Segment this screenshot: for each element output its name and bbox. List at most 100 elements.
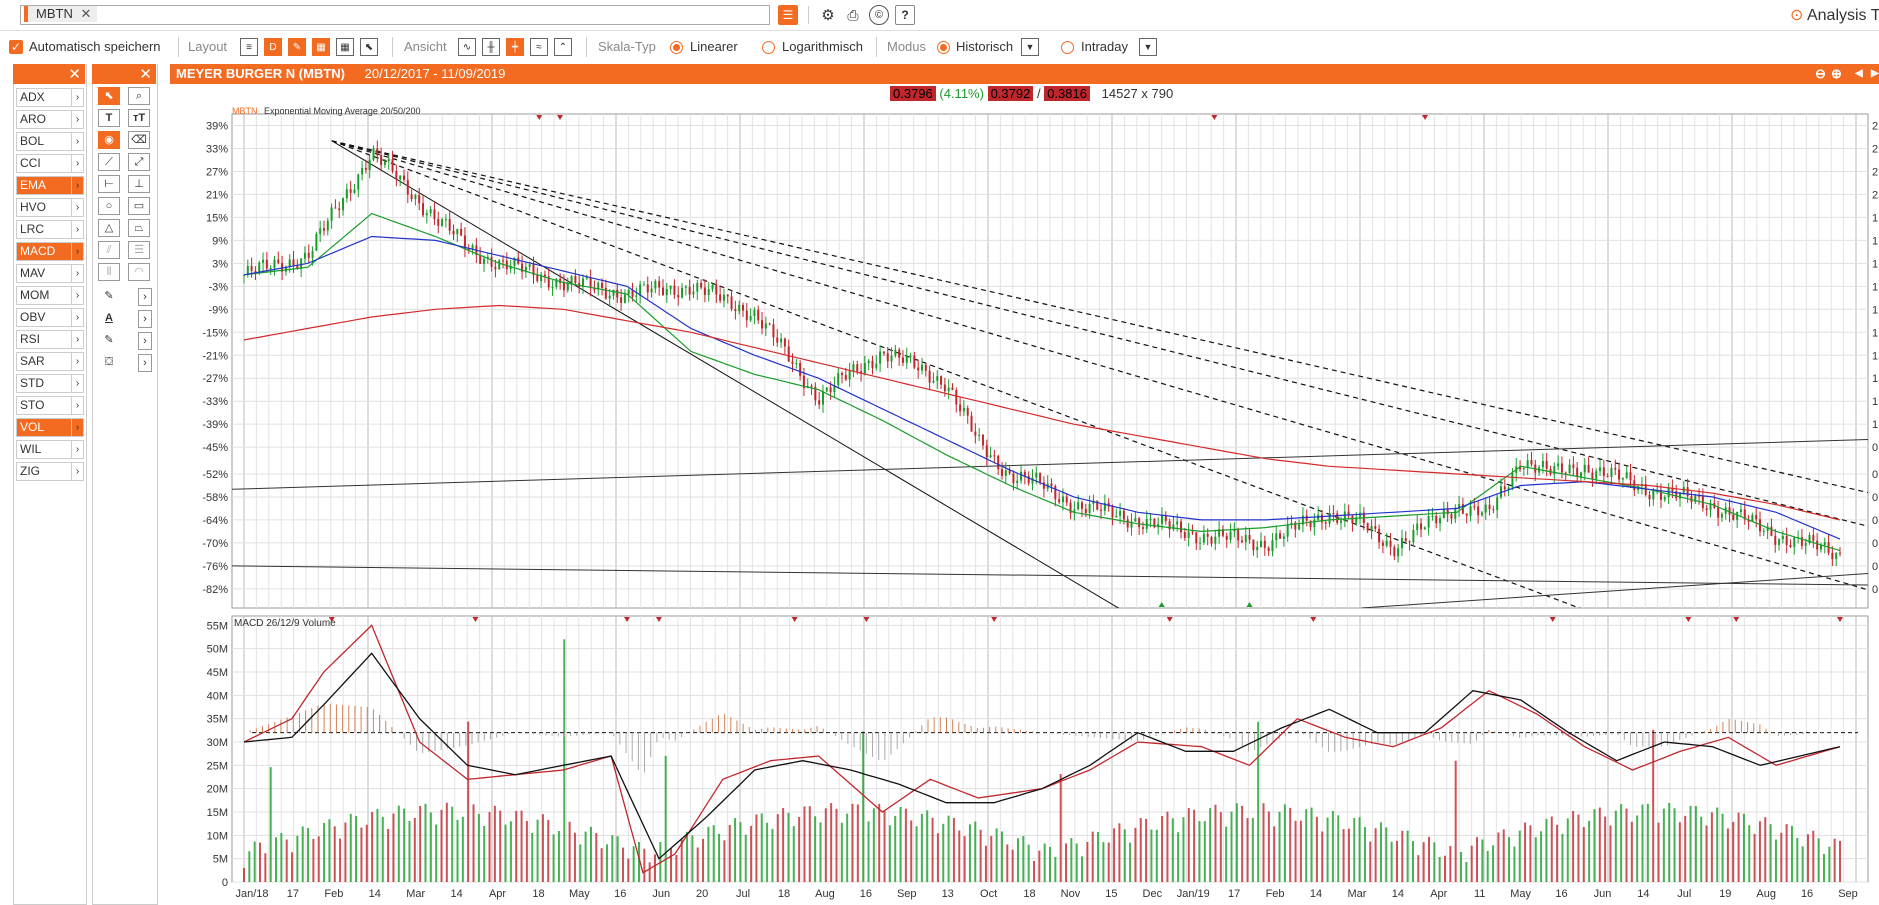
chevron-right-icon[interactable]: › (71, 375, 83, 392)
intraday-dropdown[interactable]: ▼ (1139, 38, 1157, 56)
chevron-right-icon[interactable]: › (71, 199, 83, 216)
chevron-right-icon[interactable]: › (71, 111, 83, 128)
chevron-right-icon[interactable]: › (138, 354, 152, 372)
area-chart-icon[interactable]: ≈ (530, 38, 548, 56)
arc-tool-icon[interactable]: ◠ (128, 263, 150, 281)
chevron-right-icon[interactable]: › (71, 133, 83, 150)
print-icon[interactable]: ⎙ (843, 5, 863, 25)
indicator-item-lrc[interactable]: LRC › (16, 220, 84, 239)
zoom-in-icon[interactable]: ⊕ (1831, 64, 1842, 84)
indicator-item-wil[interactable]: WIL › (16, 440, 84, 459)
layout-pen-icon[interactable]: ✎ (288, 38, 306, 56)
indicator-item-aro[interactable]: ARO › (16, 110, 84, 129)
price-chart[interactable]: 39% 2 33% 2 27% 2 21% 2 15% 1 9% 1 3% 1 -3% 1 -9% 1 -15% 1 -… (170, 104, 1879, 904)
eye-tool-icon[interactable]: ◉ (98, 131, 120, 149)
layout-grid-icon[interactable]: ▦ (336, 38, 354, 56)
indicator-item-sto[interactable]: STO › (16, 396, 84, 415)
chevron-right-icon[interactable]: › (138, 310, 152, 328)
indicator-item-mom[interactable]: MOM › (16, 286, 84, 305)
chevron-right-icon[interactable]: › (71, 89, 83, 106)
line-width-icon[interactable]: ✎ (98, 332, 120, 350)
mountain-chart-icon[interactable]: ⌃ (554, 38, 572, 56)
indicator-item-mav[interactable]: MAV › (16, 264, 84, 283)
vertical-line-tool-icon[interactable]: ⊥ (128, 175, 150, 193)
settings-sliders-button[interactable]: ☰ (778, 5, 798, 25)
logarithmic-radio[interactable] (762, 41, 775, 54)
chevron-right-icon[interactable]: › (71, 287, 83, 304)
close-icon[interactable]: ✕ (80, 6, 91, 21)
fill-color-icon[interactable]: ⛋ (98, 354, 120, 372)
polygon-tool-icon[interactable]: ⏢ (128, 219, 150, 237)
chevron-right-icon[interactable]: › (71, 155, 83, 172)
layout-list-icon[interactable]: ≡ (240, 38, 258, 56)
x-tick-label: Jul (1677, 888, 1691, 900)
candlestick-chart-icon[interactable]: ┿ (506, 38, 524, 56)
autosave-checkbox[interactable]: ✓ (9, 40, 23, 54)
horizontal-line-tool-icon[interactable]: ⊢ (98, 175, 120, 193)
fan-tool-icon[interactable]: ⫽ (98, 241, 120, 259)
indicator-item-std[interactable]: STD › (16, 374, 84, 393)
chevron-right-icon[interactable]: › (71, 397, 83, 414)
chevron-right-icon[interactable]: › (71, 463, 83, 480)
eraser-tool-icon[interactable]: ⌫ (128, 131, 150, 149)
close-icon[interactable]: ✕ (139, 65, 152, 83)
rectangle-tool-icon[interactable]: ▭ (128, 197, 150, 215)
gear-icon[interactable]: ⚙ (818, 5, 838, 25)
indicator-item-cci[interactable]: CCI › (16, 154, 84, 173)
chevron-right-icon[interactable]: › (71, 331, 83, 348)
layout-d-icon[interactable]: D (264, 38, 282, 56)
cycle-lines-tool-icon[interactable]: ⦀ (98, 263, 120, 281)
fibonacci-tool-icon[interactable]: ☰ (128, 241, 150, 259)
chevron-right-icon[interactable]: › (71, 221, 83, 238)
copyright-icon[interactable]: © (869, 5, 889, 25)
chevron-right-icon[interactable]: › (71, 419, 83, 436)
indicator-item-rsi[interactable]: RSI › (16, 330, 84, 349)
zoom-tool-icon[interactable]: ⌕ (128, 87, 150, 105)
indicator-item-bol[interactable]: BOL › (16, 132, 84, 151)
pointer-tool-icon[interactable]: ⬉ (98, 87, 120, 105)
indicator-item-ema[interactable]: EMA › (16, 176, 84, 195)
trendline-tool-icon[interactable]: ⟋ (98, 153, 120, 171)
historisch-dropdown[interactable]: ▼ (1021, 38, 1039, 56)
indicator-item-zig[interactable]: ZIG › (16, 462, 84, 481)
chevron-right-icon[interactable]: › (71, 177, 83, 194)
indicator-item-sar[interactable]: SAR › (16, 352, 84, 371)
chevron-right-icon[interactable]: › (71, 353, 83, 370)
volume-bar (525, 820, 528, 882)
ray-tool-icon[interactable]: ⤢ (128, 153, 150, 171)
analysis-tool-link[interactable]: ⊙ Analysis T (1790, 5, 1879, 25)
line-chart-icon[interactable]: ∿ (458, 38, 476, 56)
volume-bar (979, 829, 982, 882)
chevron-right-icon[interactable]: › (71, 441, 83, 458)
layout-cursor-icon[interactable]: ⬉ (360, 38, 378, 56)
intraday-radio[interactable] (1061, 41, 1074, 54)
scroll-right-icon[interactable]: ▶ (1871, 64, 1879, 84)
text-size-tool-icon[interactable]: тT (128, 109, 150, 127)
linear-radio[interactable] (670, 41, 683, 54)
indicator-item-obv[interactable]: OBV › (16, 308, 84, 327)
triangle-tool-icon[interactable]: △ (98, 219, 120, 237)
indicator-item-adx[interactable]: ADX › (16, 88, 84, 107)
zoom-out-icon[interactable]: ⊖ (1815, 64, 1826, 84)
chevron-right-icon[interactable]: › (71, 309, 83, 326)
layout-table-icon[interactable]: ▦ (312, 38, 330, 56)
circle-tool-icon[interactable]: ○ (98, 197, 120, 215)
chevron-right-icon[interactable]: › (138, 332, 152, 350)
historisch-radio[interactable] (937, 41, 950, 54)
scroll-left-icon[interactable]: ◀ (1855, 64, 1863, 84)
candle-body (1061, 496, 1064, 503)
text-tool-icon[interactable]: T (98, 109, 120, 127)
font-color-icon[interactable]: A (98, 310, 120, 328)
chevron-right-icon[interactable]: › (71, 265, 83, 282)
symbol-tag[interactable]: MBTN ✕ (24, 6, 98, 22)
chevron-right-icon[interactable]: › (138, 288, 152, 306)
indicator-item-vol[interactable]: VOL › (16, 418, 84, 437)
chevron-right-icon[interactable]: › (71, 243, 83, 260)
close-icon[interactable]: ✕ (68, 65, 81, 83)
ohlc-chart-icon[interactable]: ╫ (482, 38, 500, 56)
help-icon[interactable]: ? (895, 5, 915, 25)
symbol-search-input[interactable] (20, 5, 770, 25)
indicator-item-hvo[interactable]: HVO › (16, 198, 84, 217)
indicator-item-macd[interactable]: MACD › (16, 242, 84, 261)
line-color-icon[interactable]: ✎ (98, 288, 120, 306)
